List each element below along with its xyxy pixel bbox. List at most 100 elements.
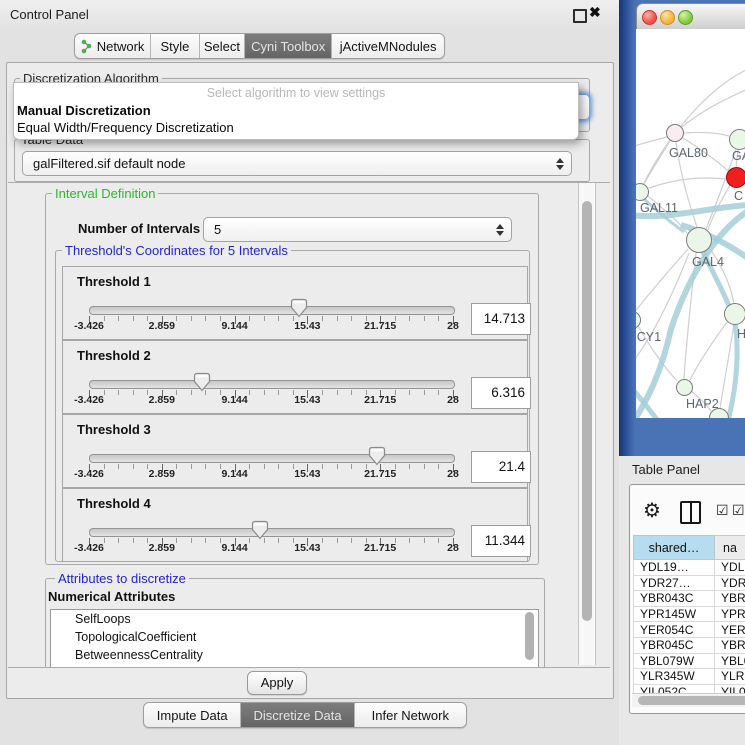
- threshold-slider-track[interactable]: [89, 380, 455, 389]
- network-node-c[interactable]: [726, 167, 745, 188]
- threshold-slider-handle[interactable]: [290, 298, 308, 323]
- table-row[interactable]: YLR345WYLR3: [634, 669, 745, 685]
- table-cell[interactable]: YDR2: [715, 575, 745, 591]
- checkbox-icon[interactable]: ☑: [732, 502, 745, 519]
- table-cell[interactable]: YBR0: [715, 637, 745, 653]
- minor-tick: [424, 316, 425, 321]
- threshold-value-field[interactable]: 14.713: [471, 303, 531, 335]
- table-panel-box: ⚙ ☑ ☑ shared… na YDL19…YDL1YDR27…YDR2YBR…: [629, 484, 745, 714]
- tab-impute-data[interactable]: Impute Data: [144, 703, 240, 727]
- network-window-titlebar[interactable]: [636, 3, 745, 31]
- threshold-slider-track[interactable]: [89, 306, 455, 315]
- attribute-item-betweennesscentrality[interactable]: BetweennessCentrality: [51, 646, 538, 664]
- threshold-slider-handle[interactable]: [251, 520, 269, 545]
- list-scrollbar[interactable]: [525, 612, 536, 664]
- tab-label: Network: [97, 39, 145, 54]
- tab-label: Style: [160, 39, 189, 54]
- threshold-row-2: Threshold 2-3.4262.8599.14415.4321.71528…: [62, 340, 528, 414]
- table-cell[interactable]: YDL19…: [634, 560, 715, 576]
- tab-cyni-toolbox[interactable]: Cyni Toolbox: [244, 34, 331, 58]
- minor-tick: [176, 464, 177, 469]
- scrollbar-thumb[interactable]: [525, 612, 534, 660]
- minor-tick: [409, 538, 410, 543]
- tab-style[interactable]: Style: [150, 34, 198, 58]
- network-node-ga[interactable]: [729, 129, 745, 150]
- table-cell[interactable]: YLR345W: [634, 669, 715, 685]
- table-data-combobox[interactable]: galFiltered.sif default node: [22, 151, 572, 176]
- tick-label: 28: [447, 542, 459, 554]
- split-columns-icon[interactable]: [680, 501, 701, 524]
- table-hscrollbar[interactable]: [632, 693, 745, 707]
- table-cell[interactable]: YBR043C: [634, 591, 715, 607]
- table-row[interactable]: YER054CYER0: [634, 622, 745, 638]
- threshold-slider-track[interactable]: [89, 528, 455, 537]
- close-traffic-light[interactable]: [642, 10, 657, 25]
- table-row[interactable]: YPR145WYPR1: [634, 606, 745, 622]
- attribute-item-topologicalcoefficient[interactable]: TopologicalCoefficient: [51, 628, 538, 646]
- threshold-value-field[interactable]: 11.344: [471, 525, 531, 557]
- network-node-hap2[interactable]: [676, 379, 693, 396]
- table-row[interactable]: YBR043CYBR0: [634, 591, 745, 607]
- table-cell[interactable]: YPR145W: [634, 606, 715, 622]
- minor-tick: [278, 464, 279, 469]
- minor-tick: [191, 464, 192, 469]
- tick-label: -3.426: [74, 542, 104, 554]
- table-cell[interactable]: YBR0: [715, 591, 745, 607]
- threshold-slider-handle[interactable]: [368, 446, 386, 471]
- minor-tick: [322, 390, 323, 395]
- threshold-value-field[interactable]: 6.316: [471, 377, 531, 409]
- tab-network[interactable]: Network: [75, 34, 150, 58]
- table-row[interactable]: YDR27…YDR2: [634, 575, 745, 591]
- tab-discretize-data[interactable]: Discretize Data: [240, 703, 353, 727]
- table-cell[interactable]: YBR045C: [634, 637, 715, 653]
- table-cell[interactable]: YER0: [715, 622, 745, 638]
- tick-label: 9.144: [221, 320, 247, 332]
- minor-tick: [337, 316, 338, 321]
- network-canvas[interactable]: GAL80GACGAL11GAL4GCY1HHAP2: [636, 29, 745, 418]
- checkbox-icon[interactable]: ☑: [716, 502, 729, 519]
- network-node-h[interactable]: [724, 303, 745, 325]
- table-cell[interactable]: YDR27…: [634, 575, 715, 591]
- gear-icon[interactable]: ⚙: [643, 498, 661, 523]
- table-cell[interactable]: YPR1: [715, 606, 745, 622]
- table-cell[interactable]: YLR3: [715, 669, 745, 685]
- tick-label: 9.144: [221, 468, 247, 480]
- minimize-traffic-light[interactable]: [660, 10, 675, 25]
- tick-label: 28: [447, 468, 459, 480]
- number-of-intervals-combobox[interactable]: 5: [203, 217, 512, 242]
- algorithm-option-equal-width-frequency-discretization[interactable]: Equal Width/Frequency Discretization: [14, 119, 578, 136]
- network-node-gal80[interactable]: [666, 124, 684, 142]
- table-row[interactable]: YBL079WYBL0: [634, 653, 745, 669]
- table-row[interactable]: YDL19…YDL1: [634, 560, 745, 576]
- close-icon[interactable]: ✖: [589, 4, 601, 21]
- table-data-selected-value: galFiltered.sif default node: [23, 156, 553, 171]
- panel-scrollbar[interactable]: [578, 183, 596, 665]
- minor-tick: [118, 390, 119, 395]
- scrollbar-thumb[interactable]: [582, 201, 592, 621]
- tab-select[interactable]: Select: [199, 34, 245, 58]
- attribute-item-selfloops[interactable]: SelfLoops: [51, 610, 538, 628]
- threshold-value-field[interactable]: 21.4: [471, 451, 531, 483]
- threshold-row-3: Threshold 3-3.4262.8599.14415.4321.71528…: [62, 414, 528, 488]
- zoom-traffic-light[interactable]: [678, 10, 693, 25]
- float-window-icon[interactable]: [573, 9, 587, 23]
- table-cell[interactable]: YBL0: [715, 653, 745, 669]
- table-panel-title: Table Panel: [632, 462, 700, 477]
- table-cell[interactable]: YER054C: [634, 622, 715, 638]
- algorithm-option-manual-discretization[interactable]: Manual Discretization: [14, 102, 578, 119]
- network-node-gal4[interactable]: [686, 227, 712, 253]
- minor-tick: [424, 538, 425, 543]
- apply-button[interactable]: Apply: [247, 671, 307, 695]
- table-cell[interactable]: YDL1: [715, 560, 745, 576]
- threshold-slider-handle[interactable]: [193, 372, 211, 397]
- column-header-name[interactable]: na: [715, 536, 745, 560]
- table-row[interactable]: YBR045CYBR0: [634, 637, 745, 653]
- tab-jactivemnodules[interactable]: jActiveMNodules: [331, 34, 444, 58]
- tab-infer-network[interactable]: Infer Network: [354, 703, 466, 727]
- threshold-slider-track[interactable]: [89, 454, 455, 463]
- tick-label: 15.43: [294, 542, 320, 554]
- scrollbar-thumb[interactable]: [638, 696, 745, 705]
- table-cell[interactable]: YBL079W: [634, 653, 715, 669]
- column-header-shared-name[interactable]: shared…: [634, 536, 715, 560]
- control-panel-window: Control Panel ✖ NetworkStyleSelectCyni T…: [0, 0, 619, 745]
